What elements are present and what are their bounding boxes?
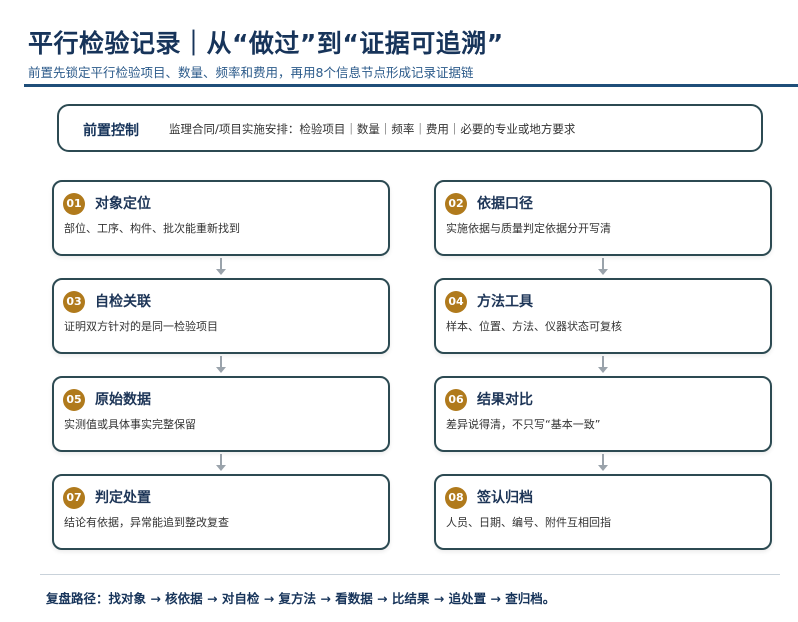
step-description: 人员、日期、编号、附件互相回指	[446, 516, 611, 529]
step-card-06: 06 结果对比 差异说得清，不只写“基本一致”	[434, 376, 772, 452]
down-arrow-icon	[216, 356, 226, 374]
step-card-05: 05 原始数据 实测值或具体事实完整保留	[52, 376, 390, 452]
step-title: 签认归档	[477, 490, 533, 506]
step-description: 证明双方针对的是同一检验项目	[64, 320, 218, 333]
step-number-badge: 04	[445, 291, 467, 313]
footer-divider	[40, 574, 780, 575]
step-title: 结果对比	[477, 392, 533, 408]
step-description: 部位、工序、构件、批次能重新找到	[64, 222, 240, 235]
step-description: 差异说得清，不只写“基本一致”	[446, 418, 601, 431]
down-arrow-icon	[216, 258, 226, 276]
step-number-badge: 03	[63, 291, 85, 313]
step-description: 结论有依据，异常能追到整改复查	[64, 516, 229, 529]
step-card-04: 04 方法工具 样本、位置、方法、仪器状态可复核	[434, 278, 772, 354]
step-card-02: 02 依据口径 实施依据与质量判定依据分开写清	[434, 180, 772, 256]
page-title: 平行检验记录｜从“做过”到“证据可追溯”	[28, 29, 504, 58]
step-card-01: 01 对象定位 部位、工序、构件、批次能重新找到	[52, 180, 390, 256]
step-title: 判定处置	[95, 490, 151, 506]
pre-control-text: 监理合同/项目实施安排：检验项目｜数量｜频率｜费用｜必要的专业或地方要求	[169, 122, 576, 136]
pre-control-box: 前置控制 监理合同/项目实施安排：检验项目｜数量｜频率｜费用｜必要的专业或地方要…	[57, 104, 763, 152]
step-description: 样本、位置、方法、仪器状态可复核	[446, 320, 622, 333]
step-title: 自检关联	[95, 294, 151, 310]
review-path-footer: 复盘路径：找对象 → 核依据 → 对自检 → 复方法 → 看数据 → 比结果 →…	[46, 591, 556, 606]
step-title: 原始数据	[95, 392, 151, 408]
down-arrow-icon	[216, 454, 226, 472]
step-title: 依据口径	[477, 196, 533, 212]
down-arrow-icon	[598, 258, 608, 276]
pre-control-title: 前置控制	[83, 123, 139, 139]
header-divider	[24, 84, 798, 87]
down-arrow-icon	[598, 454, 608, 472]
step-number-badge: 01	[63, 193, 85, 215]
step-description: 实施依据与质量判定依据分开写清	[446, 222, 611, 235]
step-number-badge: 08	[445, 487, 467, 509]
step-title: 方法工具	[477, 294, 533, 310]
step-card-08: 08 签认归档 人员、日期、编号、附件互相回指	[434, 474, 772, 550]
step-title: 对象定位	[95, 196, 151, 212]
page-subtitle: 前置先锁定平行检验项目、数量、频率和费用，再用8个信息节点形成记录证据链	[28, 65, 474, 80]
step-number-badge: 06	[445, 389, 467, 411]
step-number-badge: 05	[63, 389, 85, 411]
step-card-07: 07 判定处置 结论有依据，异常能追到整改复查	[52, 474, 390, 550]
down-arrow-icon	[598, 356, 608, 374]
step-card-03: 03 自检关联 证明双方针对的是同一检验项目	[52, 278, 390, 354]
step-number-badge: 02	[445, 193, 467, 215]
step-number-badge: 07	[63, 487, 85, 509]
step-description: 实测值或具体事实完整保留	[64, 418, 196, 431]
